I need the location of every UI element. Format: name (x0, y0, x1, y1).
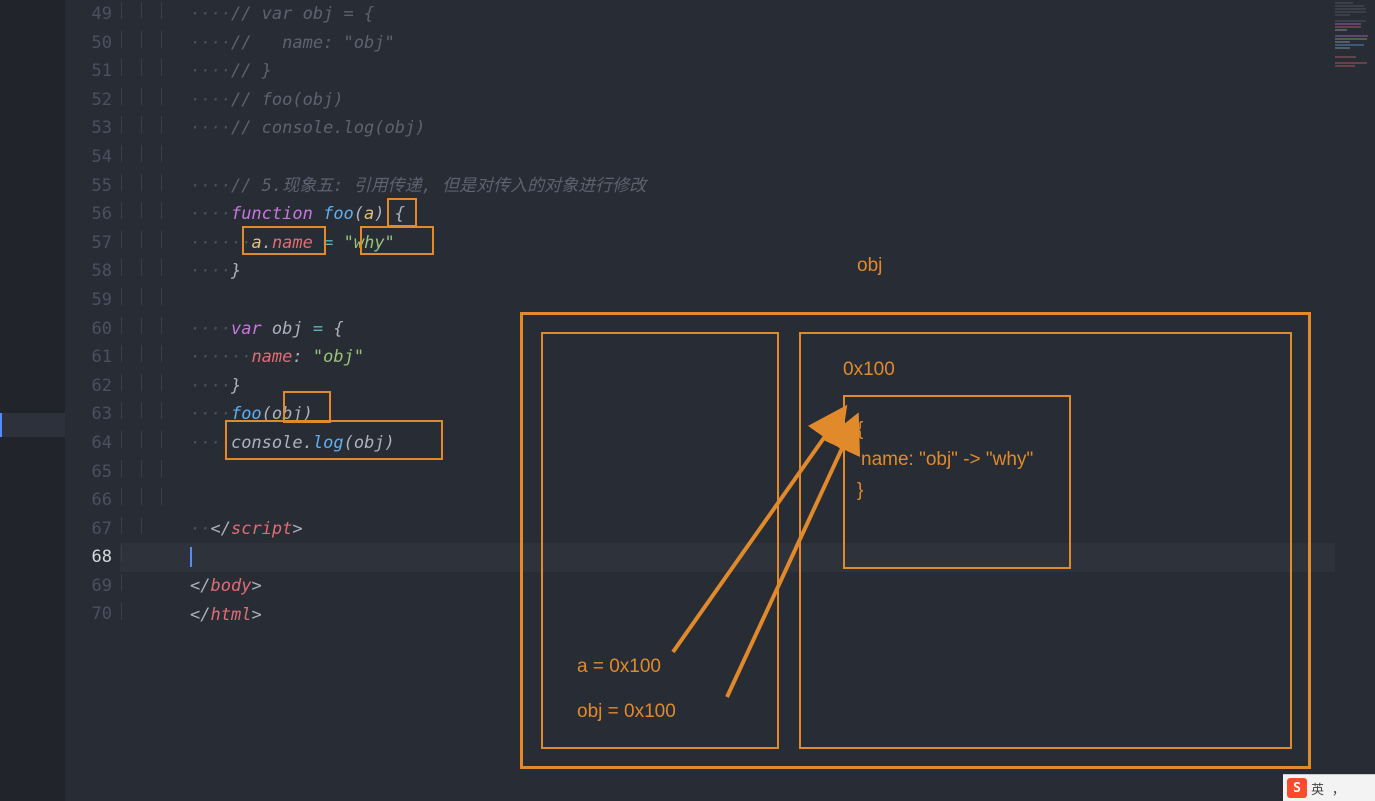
code-line[interactable] (120, 286, 1375, 315)
line-number: 70 (65, 600, 120, 629)
code-line[interactable]: ····// var obj = { (120, 0, 1375, 29)
code-line[interactable]: ······a.name = "why" (120, 229, 1375, 258)
activity-bar (0, 0, 65, 801)
ime-indicator[interactable]: S 英 ， (1283, 774, 1375, 801)
code-line[interactable]: ····// console.log(obj) (120, 114, 1375, 143)
line-number: 55 (65, 172, 120, 201)
line-number: 69 (65, 572, 120, 601)
ime-language-label: 英 ， (1311, 779, 1345, 798)
code-line[interactable]: ····// foo(obj) (120, 86, 1375, 115)
heap-object-line: name: "obj" -> "why" (857, 445, 1057, 475)
stack-obj-label: obj = 0x100 (577, 701, 676, 723)
line-number: 53 (65, 114, 120, 143)
code-line[interactable] (120, 143, 1375, 172)
line-number: 57 (65, 229, 120, 258)
stack-a-label: a = 0x100 (577, 656, 661, 678)
code-editor[interactable]: ····// var obj = {····// name: "obj"····… (120, 0, 1375, 114)
memory-diagram: 0x100 { name: "obj" -> "why" } a = 0x100… (520, 312, 1311, 769)
line-number-gutter: 4950515253545556575859606162636465666768… (65, 0, 120, 801)
ime-logo-icon: S (1287, 778, 1307, 798)
line-number: 68 (65, 543, 120, 572)
heap-object-close: } (857, 476, 1057, 506)
heap-object-box: { name: "obj" -> "why" } (843, 395, 1071, 569)
code-line[interactable]: ····// 5.现象五: 引用传递, 但是对传入的对象进行修改 (120, 172, 1375, 201)
line-number: 50 (65, 29, 120, 58)
stack-box (541, 332, 779, 749)
line-number: 64 (65, 429, 120, 458)
line-number: 62 (65, 372, 120, 401)
line-number: 60 (65, 315, 120, 344)
line-number: 63 (65, 400, 120, 429)
heap-address-label: 0x100 (843, 359, 895, 381)
code-line[interactable]: ····// } (120, 57, 1375, 86)
line-number: 54 (65, 143, 120, 172)
diagram-title: obj (857, 255, 882, 277)
line-number: 49 (65, 0, 120, 29)
code-line[interactable]: ····} (120, 257, 1375, 286)
line-number: 52 (65, 86, 120, 115)
line-number: 59 (65, 286, 120, 315)
line-number: 56 (65, 200, 120, 229)
heap-object-open: { (857, 415, 1057, 445)
minimap[interactable] (1335, 2, 1373, 72)
line-number: 67 (65, 515, 120, 544)
line-number: 58 (65, 257, 120, 286)
code-line[interactable]: ····function foo(a) { (120, 200, 1375, 229)
line-number: 61 (65, 343, 120, 372)
text-caret (190, 547, 192, 567)
activity-bar-active-indicator (0, 413, 65, 437)
line-number: 65 (65, 458, 120, 487)
line-number: 66 (65, 486, 120, 515)
line-number: 51 (65, 57, 120, 86)
code-line[interactable]: ····// name: "obj" (120, 29, 1375, 58)
editor-app: 4950515253545556575859606162636465666768… (0, 0, 1375, 801)
